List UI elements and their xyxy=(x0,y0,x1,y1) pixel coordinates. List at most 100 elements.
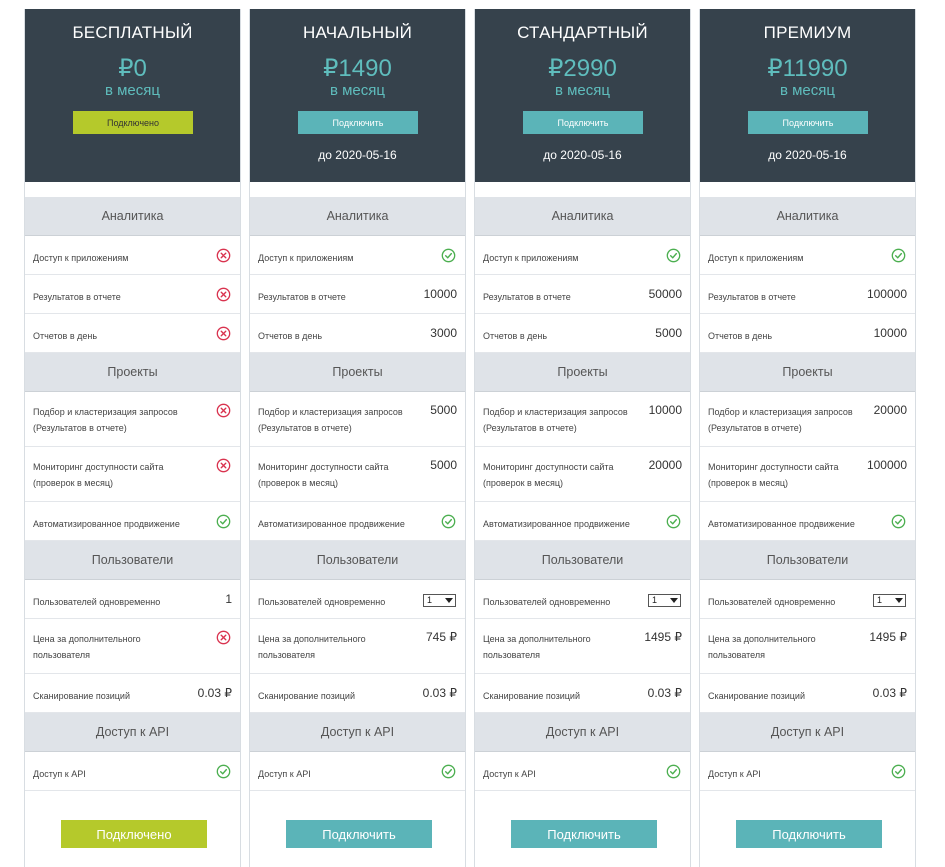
plan-expiry: до 2020-05-16 xyxy=(543,148,622,162)
row-value: 745 ₽ xyxy=(426,630,457,644)
select-value: 1 xyxy=(877,595,883,605)
plan-header: ПРЕМИУМ ₽11990 в месяц Подключить до 2020-05… xyxy=(700,9,915,182)
row-label: Цена за дополнительного пользователя xyxy=(483,631,633,663)
row-label-text: Цена за дополнительного xyxy=(33,634,141,644)
subscribe-button[interactable]: Подключить xyxy=(298,111,418,134)
row-label-text: Мониторинг доступности сайта xyxy=(483,462,614,472)
plan-header: НАЧАЛЬНЫЙ ₽1490 в месяц Подключить до 2020-0… xyxy=(250,9,465,182)
row-label: Отчетов в день xyxy=(33,328,97,344)
row-label-text: Отчетов в день xyxy=(33,331,98,341)
row-label-text: Доступ к API xyxy=(33,769,86,779)
section-header-api: Доступ к API xyxy=(250,713,465,752)
check-circle-icon xyxy=(891,764,906,779)
row-label-text: (Результатов в отчете) xyxy=(33,423,127,433)
subscribe-footer-button[interactable]: Подключить xyxy=(511,820,657,848)
row-label-text: Доступ к приложениям xyxy=(708,253,804,263)
row-clustering: Подбор и кластеризация запросов (Результа… xyxy=(250,392,465,447)
row-label: Автоматизированное продвижение xyxy=(33,516,180,532)
row-app-access: Доступ к приложениям xyxy=(475,236,690,275)
row-value: 5000 xyxy=(655,326,682,340)
chevron-down-icon xyxy=(445,598,453,603)
plan-price: ₽2990 xyxy=(548,55,617,82)
row-label-text: Доступ к API xyxy=(708,769,761,779)
row-label-text: Пользователей одновременно xyxy=(258,597,386,607)
users-count-select[interactable]: 1 xyxy=(873,594,906,607)
check-circle-icon xyxy=(891,514,906,529)
row-label-text: Сканирование позиций xyxy=(33,691,130,701)
connected-footer-button[interactable]: Подключено xyxy=(61,820,207,848)
row-api-access: Доступ к API xyxy=(700,752,915,791)
row-position-scan: Сканирование позиций 0.03 ₽ xyxy=(700,674,915,713)
check-circle-icon xyxy=(891,248,906,263)
section-header-api: Доступ к API xyxy=(700,713,915,752)
cross-circle-icon xyxy=(216,326,231,341)
row-app-access: Доступ к приложениям xyxy=(250,236,465,275)
row-label-text: Пользователей одновременно xyxy=(708,597,836,607)
section-header-users: Пользователи xyxy=(25,541,240,580)
row-label-text: (проверок в месяц) xyxy=(483,478,564,488)
row-extra-user-price: Цена за дополнительного пользователя 745 ₽ xyxy=(250,619,465,674)
plan-period: в месяц xyxy=(104,82,160,99)
subscribe-footer-button[interactable]: Подключить xyxy=(286,820,432,848)
row-monitoring: Мониторинг доступности сайта (проверок в … xyxy=(700,447,915,502)
row-value: 0.03 ₽ xyxy=(872,686,907,700)
check-circle-icon xyxy=(441,514,456,529)
row-label: Результатов в отчете xyxy=(483,289,571,305)
row-value: 20000 xyxy=(873,403,907,417)
row-label: Доступ к приложениям xyxy=(258,250,353,266)
section-header-api: Доступ к API xyxy=(25,713,240,752)
section-header-api: Доступ к API xyxy=(475,713,690,752)
row-label: Отчетов в день xyxy=(708,328,772,344)
row-value: 10000 xyxy=(423,287,457,301)
row-extra-user-price: Цена за дополнительного пользователя xyxy=(25,619,240,674)
users-count-select[interactable]: 1 xyxy=(423,594,456,607)
subscribe-button[interactable]: Подключить xyxy=(748,111,868,134)
row-label: Пользователей одновременно xyxy=(483,594,610,610)
row-label: Мониторинг доступности сайта (проверок в … xyxy=(483,459,633,491)
subscribe-footer-button[interactable]: Подключить xyxy=(736,820,882,848)
row-label: Сканирование позиций xyxy=(708,688,805,704)
row-value: 20000 xyxy=(648,458,682,472)
row-extra-user-price: Цена за дополнительного пользователя 1495 … xyxy=(700,619,915,674)
subscribe-button[interactable]: Подключить xyxy=(523,111,643,134)
section-header-analytics: Аналитика xyxy=(475,197,690,236)
plan-name: БЕСПЛАТНЫЙ xyxy=(72,23,193,42)
cross-circle-icon xyxy=(216,248,231,263)
row-label: Доступ к API xyxy=(708,766,761,782)
row-clustering: Подбор и кластеризация запросов (Результа… xyxy=(475,392,690,447)
row-label-text: (проверок в месяц) xyxy=(258,478,339,488)
row-label-text: Сканирование позиций xyxy=(258,691,355,701)
cross-circle-icon xyxy=(216,403,231,418)
check-circle-icon xyxy=(666,248,681,263)
row-label-text: пользователя xyxy=(258,650,315,660)
row-value: 1495 ₽ xyxy=(644,630,682,644)
row-simultaneous-users: Пользователей одновременно 1 xyxy=(475,580,690,619)
row-auto-promotion: Автоматизированное продвижение xyxy=(700,502,915,541)
row-label: Автоматизированное продвижение xyxy=(258,516,405,532)
row-reports-per-day: Отчетов в день 3000 xyxy=(250,314,465,353)
row-api-access: Доступ к API xyxy=(25,752,240,791)
row-label-text: Результатов в отчете xyxy=(483,292,571,302)
row-label: Отчетов в день xyxy=(483,328,547,344)
plan-card-3: ПРЕМИУМ ₽11990 в месяц Подключить до 2020-05… xyxy=(699,9,916,867)
row-label-text: (Результатов в отчете) xyxy=(708,423,802,433)
row-results-in-report: Результатов в отчете 10000 xyxy=(250,275,465,314)
row-app-access: Доступ к приложениям xyxy=(25,236,240,275)
row-label-text: Доступ к приложениям xyxy=(483,253,579,263)
chevron-down-icon xyxy=(670,598,678,603)
row-position-scan: Сканирование позиций 0.03 ₽ xyxy=(25,674,240,713)
plan-period: в месяц xyxy=(329,82,385,99)
plan-period: в месяц xyxy=(554,82,610,99)
connected-button[interactable]: Подключено xyxy=(73,111,193,134)
row-value: 1495 ₽ xyxy=(869,630,907,644)
row-label-text: Подбор и кластеризация запросов xyxy=(258,407,403,417)
row-results-in-report: Результатов в отчете xyxy=(25,275,240,314)
plan-footer: Подключить xyxy=(475,791,690,863)
users-count-select[interactable]: 1 xyxy=(648,594,681,607)
section-header-analytics: Аналитика xyxy=(25,197,240,236)
plan-footer: Подключить xyxy=(700,791,915,863)
row-label: Цена за дополнительного пользователя xyxy=(33,631,183,663)
section-header-projects: Проекты xyxy=(475,353,690,392)
